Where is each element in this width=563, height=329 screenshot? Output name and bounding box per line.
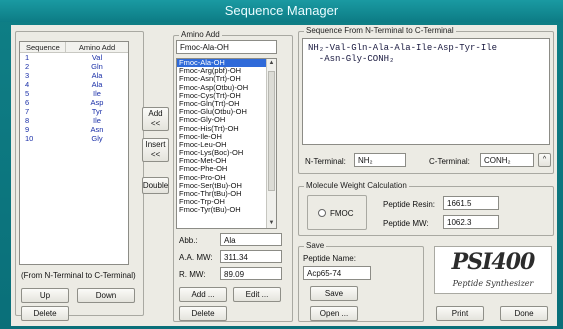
logo-subtitle: Peptide Synthesizer xyxy=(452,279,534,288)
n-terminal-field[interactable]: NH₂ xyxy=(354,153,406,167)
amino-add-cell: Gln xyxy=(91,62,103,71)
sequence-number-cell: 3 xyxy=(25,71,30,80)
peptide-name-label: Peptide Name: xyxy=(303,254,356,263)
edit-amino-button[interactable]: Edit ... xyxy=(233,287,281,302)
abb-label: Abb.: xyxy=(179,236,198,245)
fmoc-radio[interactable] xyxy=(318,209,326,217)
abb-field[interactable]: Ala xyxy=(220,233,282,246)
sequence-row[interactable]: 3 Ala xyxy=(20,71,128,80)
peptide-mw-field[interactable]: 1062.3 xyxy=(443,215,499,229)
print-button[interactable]: Print xyxy=(436,306,484,321)
done-button[interactable]: Done xyxy=(500,306,548,321)
scroll-thumb[interactable] xyxy=(268,71,275,191)
sequence-row[interactable]: 8 Ile xyxy=(20,116,128,125)
amino-add-cell: Ala xyxy=(91,80,103,89)
sequence-manager-window: Sequence Manager Sequence Amino Add 1 Val… xyxy=(0,0,563,329)
amino-add-cell: Tyr xyxy=(91,107,103,116)
add-amino-button[interactable]: Add ... xyxy=(179,287,227,302)
amino-add-cell: Ile xyxy=(93,116,101,125)
sequence-list-header: Sequence Amino Add xyxy=(20,42,128,53)
psi400-logo: PSI400 Peptide Synthesizer xyxy=(434,246,552,294)
amino-add-cell: Ala xyxy=(91,71,103,80)
save-group-label: Save xyxy=(304,241,327,251)
scroll-down-icon[interactable]: ▼ xyxy=(267,219,276,228)
sequence-row[interactable]: 10 Gly xyxy=(20,134,128,143)
aamw-label: A.A. MW: xyxy=(179,253,213,262)
sequence-number-cell: 6 xyxy=(25,98,30,107)
peptide-name-field[interactable]: Acp65-74 xyxy=(303,266,371,280)
amino-add-group-label: Amino Add xyxy=(179,30,222,40)
open-button[interactable]: Open ... xyxy=(310,306,358,321)
amino-list-scrollbar[interactable]: ▲ ▼ xyxy=(266,59,276,228)
client-area: Sequence Amino Add 1 Val 2 Gln 3 Ala 4 Ala 5 Ile 6… xyxy=(11,25,557,326)
amino-acid-list[interactable]: Fmoc-Ala-OH Fmoc-Arg(pbf)-OH Fmoc-Asn(Trt)… xyxy=(176,58,277,229)
window-title: Sequence Manager xyxy=(0,0,563,22)
sequence-list-rows: 1 Val 2 Gln 3 Ala 4 Ala 5 Ile 6 Asp 7 Tyr 8 Ile 9 Asn 10 Gl… xyxy=(20,53,128,143)
peptide-resin-field[interactable]: 1661.5 xyxy=(443,196,499,210)
up-button[interactable]: Up xyxy=(21,288,69,303)
peptide-resin-label: Peptide Resin: xyxy=(383,200,436,209)
sequence-number-cell: 1 xyxy=(25,53,30,62)
sequence-number-cell: 2 xyxy=(25,62,30,71)
amino-selected-field[interactable]: Fmoc-Ala-OH xyxy=(176,40,277,54)
sequence-row[interactable]: 5 Ile xyxy=(20,89,128,98)
sequence-row[interactable]: 4 Ala xyxy=(20,80,128,89)
amino-add-cell: Ile xyxy=(93,89,101,98)
c-terminal-label: C-Terminal: xyxy=(429,157,470,166)
logo-title: PSI400 xyxy=(451,249,536,275)
delete-amino-button[interactable]: Delete xyxy=(179,306,227,321)
peptide-mw-label: Peptide MW: xyxy=(383,219,429,228)
fmoc-label: FMOC xyxy=(330,209,354,218)
sequence-number-cell: 7 xyxy=(25,107,30,116)
amino-add-cell: Val xyxy=(91,53,103,62)
sequence-column-header[interactable]: Sequence xyxy=(20,42,66,52)
rmw-label: R. MW: xyxy=(179,270,206,279)
mw-calc-group-label: Molecule Weight Calculation xyxy=(304,181,409,191)
sequence-row[interactable]: 6 Asp xyxy=(20,98,128,107)
rmw-field[interactable]: 89.09 xyxy=(220,267,282,280)
c-terminal-field[interactable]: CONH₂ xyxy=(480,153,534,167)
sequence-number-cell: 9 xyxy=(25,125,30,134)
scroll-up-icon[interactable]: ▲ xyxy=(267,59,276,68)
amino-add-column-header[interactable]: Amino Add xyxy=(66,42,128,52)
sequence-row[interactable]: 7 Tyr xyxy=(20,107,128,116)
amino-add-cell: Gly xyxy=(91,134,103,143)
sequence-line-1: NH₂-Val-Gln-Ala-Ala-Ile-Asp-Tyr-Ile xyxy=(308,43,498,53)
sequence-text-area[interactable]: NH₂-Val-Gln-Ala-Ala-Ile-Asp-Tyr-Ile -Asn… xyxy=(302,38,550,145)
sequence-view-group-label: Sequence From N-Terminal to C-Terminal xyxy=(304,26,456,36)
amino-acid-items: Fmoc-Ala-OH Fmoc-Arg(pbf)-OH Fmoc-Asn(Trt)… xyxy=(177,59,276,215)
insert-amino-button[interactable]: Insert << xyxy=(142,138,169,162)
sequence-number-cell: 5 xyxy=(25,89,30,98)
sequence-row[interactable]: 2 Gln xyxy=(20,62,128,71)
amino-add-cell: Asn xyxy=(90,125,104,134)
add-arrow-label: Add << xyxy=(148,109,163,128)
sequence-number-cell: 4 xyxy=(25,80,30,89)
double-button[interactable]: Double xyxy=(142,177,169,194)
c-terminal-dropdown-icon[interactable]: ^ xyxy=(538,153,551,167)
direction-note: (From N-Terminal to C-Terminal) xyxy=(21,271,136,280)
sequence-list[interactable]: Sequence Amino Add 1 Val 2 Gln 3 Ala 4 Ala 5 Ile 6… xyxy=(19,41,129,265)
sequence-line-2: -Asn-Gly-CONH₂ xyxy=(308,54,395,64)
sequence-row[interactable]: 1 Val xyxy=(20,53,128,62)
save-button[interactable]: Save xyxy=(310,286,358,301)
amino-add-cell: Asp xyxy=(90,98,104,107)
add-amino-to-sequence-button[interactable]: Add << xyxy=(142,107,169,131)
n-terminal-label: N-Terminal: xyxy=(305,157,346,166)
sequence-number-cell: 10 xyxy=(25,134,34,143)
down-button[interactable]: Down xyxy=(77,288,135,303)
aamw-field[interactable]: 311.34 xyxy=(220,250,282,263)
insert-arrow-label: Insert << xyxy=(145,140,166,159)
sequence-number-cell: 8 xyxy=(25,116,30,125)
sequence-row[interactable]: 9 Asn xyxy=(20,125,128,134)
amino-acid-item[interactable]: Fmoc-Tyr(tBu)-OH xyxy=(177,206,276,214)
delete-sequence-button[interactable]: Delete xyxy=(21,306,69,321)
